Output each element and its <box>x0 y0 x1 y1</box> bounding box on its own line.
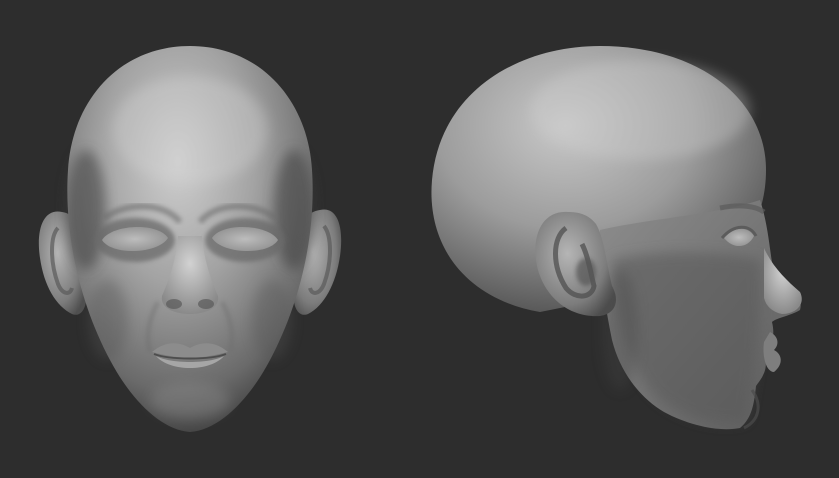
sculpt-render-canvas <box>0 0 839 478</box>
render-svg <box>0 0 839 478</box>
